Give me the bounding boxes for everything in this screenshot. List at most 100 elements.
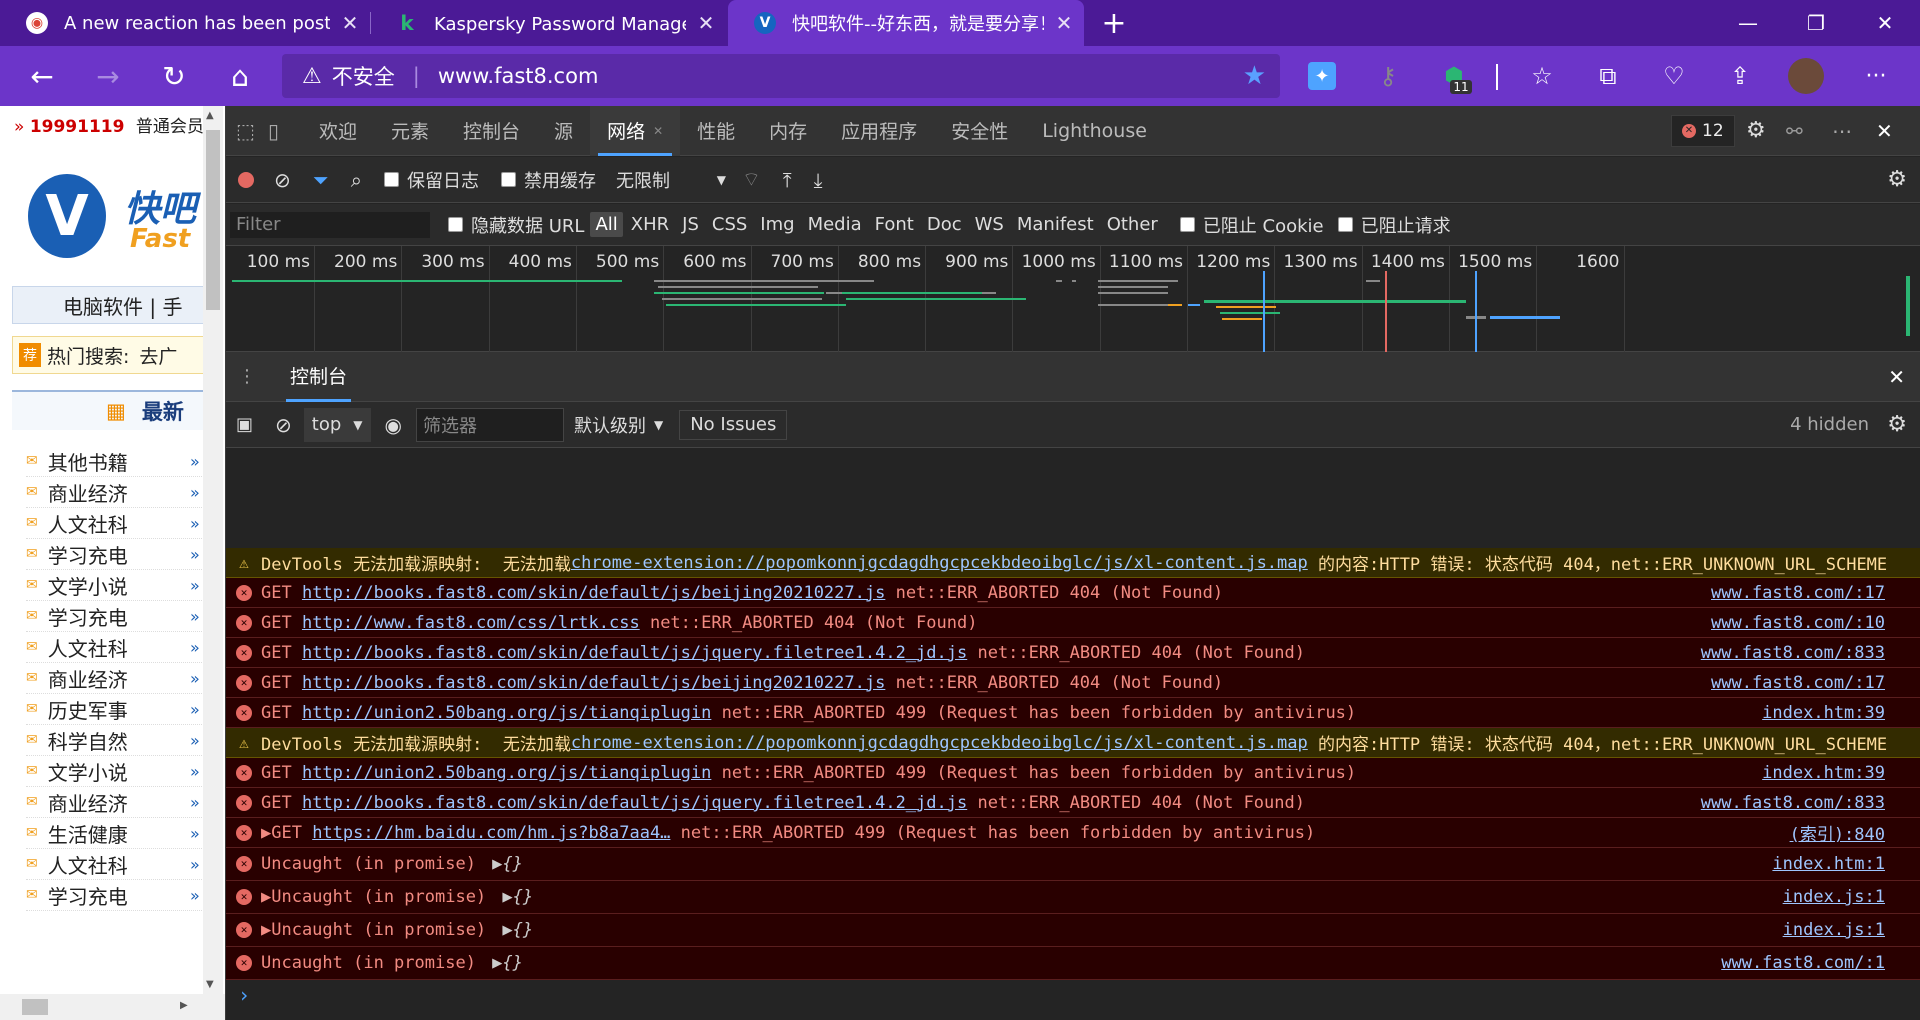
message-url-link[interactable]: http://books.fast8.com/skin/default/js/b… (302, 583, 885, 603)
message-source-link[interactable]: index.htm:39 (1762, 703, 1885, 723)
console-error-row[interactable]: ✕ Uncaught (in promise) ▶{} www.fast8.com/… (226, 947, 1920, 980)
category-item[interactable]: ✉ 文学小说 » (26, 570, 206, 601)
scroll-right-icon[interactable]: ▶ (180, 1000, 188, 1011)
tab-close-icon[interactable]: ✕ (1044, 11, 1084, 35)
close-drawer-icon[interactable]: ✕ (1888, 365, 1905, 389)
issues-button[interactable]: No Issues (679, 409, 788, 440)
message-url-link[interactable]: chrome-extension://popomkonnjgcdagdhgcpc… (571, 553, 1308, 573)
type-filter-font[interactable]: Font (870, 212, 919, 237)
category-item[interactable]: ✉ 文学小说 » (26, 756, 206, 787)
hide-data-urls-checkbox[interactable]: 隐藏数据 URL (448, 212, 584, 238)
browser-tab-2[interactable]: k Kaspersky Password Manager自动 ✕ (370, 0, 726, 46)
record-icon[interactable] (238, 171, 254, 188)
message-source-link[interactable]: index.htm:39 (1762, 763, 1885, 783)
home-button[interactable]: ⌂ (210, 46, 270, 106)
sidebar-toggle-icon[interactable]: ▣ (236, 414, 253, 435)
filter-icon[interactable]: ⏷ (313, 168, 329, 192)
tab-close-icon[interactable]: ✕ (686, 11, 726, 35)
share-icon[interactable]: ⇪ (1710, 46, 1770, 106)
clear-icon[interactable]: ⊘ (274, 168, 291, 192)
type-filter-all[interactable]: All (590, 212, 623, 237)
browser-tab-1[interactable]: ◉ A new reaction has been posted ✕ (0, 0, 370, 46)
browser-tab-3-active[interactable]: V 快吧软件--好东西，就是要分享！ ✕ (728, 0, 1084, 46)
message-url-link[interactable]: chrome-extension://popomkonnjgcdagdhgcpc… (571, 733, 1308, 753)
settings-gear-icon[interactable]: ⚙ (1746, 118, 1766, 143)
console-error-row[interactable]: ✕ GET http://books.fast8.com/skin/default… (226, 668, 1920, 698)
category-item[interactable]: ✉ 生活健康 » (26, 818, 206, 849)
export-har-icon[interactable]: ⤓ (814, 168, 823, 192)
message-source-link[interactable]: index.js:1 (1783, 920, 1885, 940)
message-url-link[interactable]: http://www.fast8.com/css/lrtk.css (302, 613, 640, 633)
hscroll-thumb[interactable] (22, 999, 48, 1015)
tab-console-drawer[interactable]: 控制台 (286, 352, 352, 402)
collections-icon[interactable]: ⧉ (1578, 46, 1638, 106)
security-label[interactable]: 不安全 (332, 61, 395, 91)
devtools-tab-3[interactable]: 源 (537, 106, 590, 156)
scroll-thumb[interactable] (206, 130, 220, 310)
back-button[interactable]: ← (12, 46, 72, 106)
message-url-link[interactable]: http://union2.50bang.org/js/tianqiplugin (302, 763, 711, 783)
message-url-link[interactable]: http://books.fast8.com/skin/default/js/b… (302, 673, 885, 693)
refresh-button[interactable]: ↻ (144, 46, 204, 106)
devtools-tab-6[interactable]: 内存 (752, 106, 824, 156)
category-item[interactable]: ✉ 学习充电 » (26, 539, 206, 570)
category-item[interactable]: ✉ 商业经济 » (26, 787, 206, 818)
console-error-row[interactable]: ✕ ▶GET https://hm.baidu.com/hm.js?b8a7aa4… (226, 818, 1920, 848)
network-overview-timeline[interactable]: 100 ms 200 ms 300 ms 400 ms 500 ms 600 ms 700 … (226, 246, 1920, 352)
devtools-tab-7[interactable]: 应用程序 (824, 106, 934, 156)
live-expression-eye-icon[interactable]: ◉ (385, 413, 402, 437)
warning-icon[interactable]: ⚠ (302, 64, 322, 89)
message-source-link[interactable]: www.fast8.com/:17 (1711, 673, 1885, 693)
type-filter-doc[interactable]: Doc (922, 212, 967, 237)
extension-kaspersky-icon[interactable]: ✦ (1292, 46, 1352, 106)
blocked-cookies-checkbox[interactable]: 已阻止 Cookie (1179, 212, 1324, 238)
type-filter-img[interactable]: Img (755, 212, 799, 237)
message-source-link[interactable]: www.fast8.com/:10 (1711, 613, 1885, 633)
message-source-link[interactable]: (索引):840 (1790, 820, 1885, 845)
throttle-select[interactable]: 无限制 ▼ (616, 167, 726, 193)
category-item[interactable]: ✉ 其他书籍 » (26, 446, 206, 477)
page-horizontal-scrollbar[interactable]: ▶ (0, 994, 225, 1020)
console-error-row[interactable]: ✕ GET http://books.fast8.com/skin/default… (226, 578, 1920, 608)
favorite-star-icon[interactable]: ★ (1243, 61, 1266, 91)
user-id[interactable]: 19991119 (30, 117, 125, 137)
import-har-icon[interactable]: ⤒ (783, 168, 792, 192)
type-filter-other[interactable]: Other (1102, 212, 1163, 237)
devtools-tab-2[interactable]: 控制台 (446, 106, 537, 156)
console-error-row[interactable]: ✕ GET http://books.fast8.com/skin/default… (226, 788, 1920, 818)
message-source-link[interactable]: www.fast8.com/:17 (1711, 583, 1885, 603)
network-settings-icon[interactable]: ⚙ (1887, 167, 1907, 192)
category-item[interactable]: ✉ 人文社科 » (26, 849, 206, 880)
performance-icon[interactable]: ♡ (1644, 46, 1704, 106)
console-error-row[interactable]: ✕ GET http://union2.50bang.org/js/tianqip… (226, 758, 1920, 788)
category-item[interactable]: ✉ 学习充电 » (26, 880, 206, 911)
more-options-icon[interactable]: ⋯ (1832, 119, 1852, 143)
minimize-button[interactable]: — (1714, 0, 1782, 46)
log-level-select[interactable]: 默认级别 ▼ (574, 412, 663, 438)
message-source-link[interactable]: index.js:1 (1783, 887, 1885, 907)
extension-key-icon[interactable]: ⚷ (1358, 46, 1418, 106)
console-error-row[interactable]: ✕ Uncaught (in promise) ▶{} index.htm:1 (226, 848, 1920, 881)
type-filter-media[interactable]: Media (803, 212, 867, 237)
error-counter[interactable]: ✕ 12 (1671, 115, 1735, 147)
more-menu-icon[interactable]: ··· (1846, 46, 1906, 106)
category-item[interactable]: ✉ 历史军事 » (26, 694, 206, 725)
preserve-log-checkbox[interactable]: 保留日志 (383, 167, 479, 193)
type-filter-css[interactable]: CSS (707, 212, 752, 237)
search-icon[interactable]: ⌕ (351, 168, 362, 192)
console-warning-row[interactable]: ⚠ DevTools 无法加载源映射: 无法加载 chrome-extension:… (226, 728, 1920, 758)
console-filter-input[interactable]: 筛选器 (415, 407, 564, 442)
blocked-requests-checkbox[interactable]: 已阻止请求 (1337, 212, 1451, 238)
restore-button[interactable]: ❐ (1782, 0, 1850, 46)
disable-cache-checkbox[interactable]: 禁用缓存 (500, 167, 596, 193)
message-source-link[interactable]: www.fast8.com/:833 (1701, 793, 1885, 813)
console-prompt[interactable]: › (226, 980, 1920, 1010)
message-url-link[interactable]: http://books.fast8.com/skin/default/js/j… (302, 643, 967, 663)
address-bar[interactable]: ⚠ 不安全 | www.fast8.com ★ (282, 54, 1280, 98)
clear-console-icon[interactable]: ⊘ (275, 413, 292, 437)
devtools-tab-9[interactable]: Lighthouse (1025, 106, 1164, 156)
nav-link[interactable]: 电脑软件 | 手 (63, 291, 182, 320)
type-filter-manifest[interactable]: Manifest (1012, 212, 1099, 237)
profile-avatar[interactable] (1776, 46, 1836, 106)
connection-icon[interactable]: ⚯ (1786, 119, 1803, 143)
